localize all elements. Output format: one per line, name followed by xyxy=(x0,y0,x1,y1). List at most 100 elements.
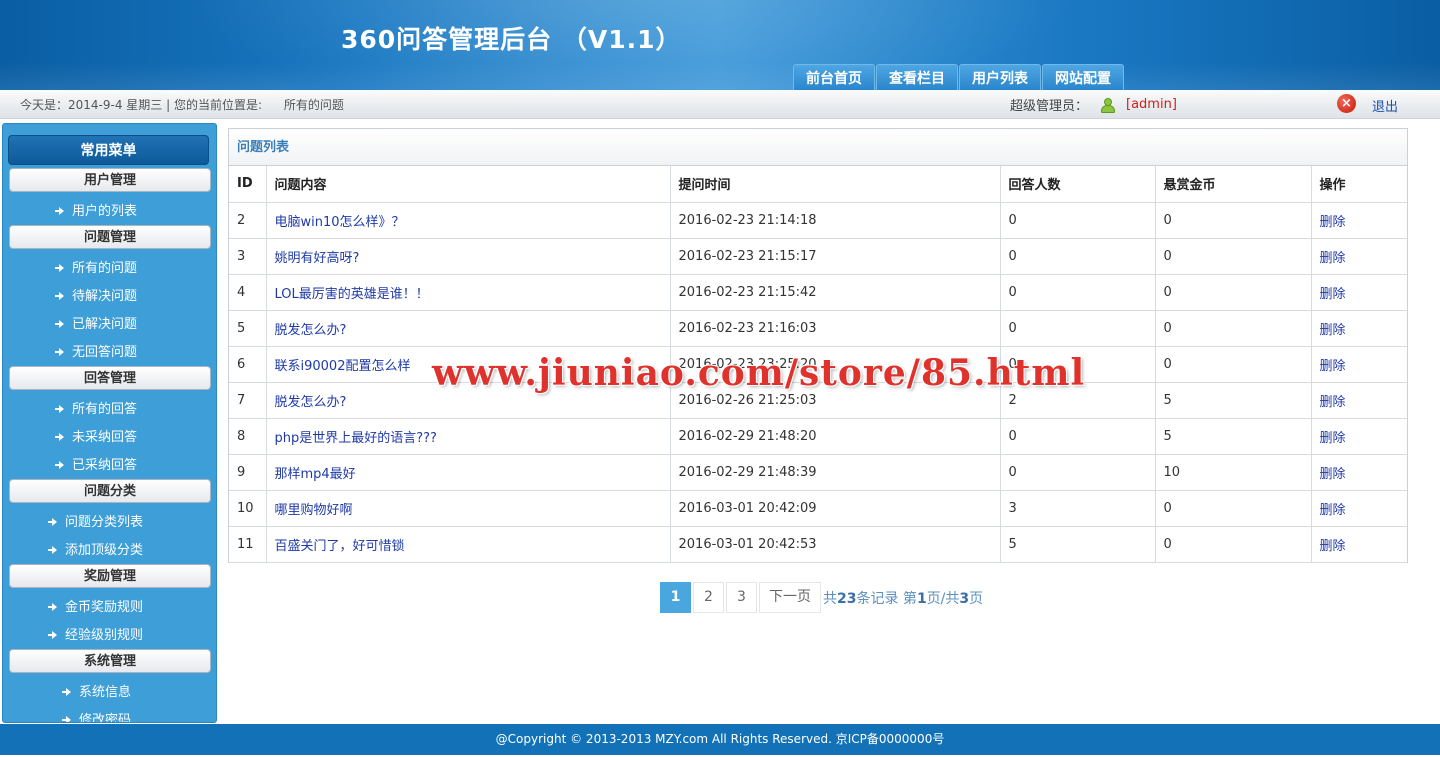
sidebar-item-label: 系统信息 xyxy=(79,685,132,700)
nav-tab-user-list[interactable]: 用户列表 xyxy=(959,64,1041,90)
arrow-right-icon xyxy=(62,688,72,696)
sidebar-item-label: 添加顶级分类 xyxy=(65,543,144,558)
table-row: 9 那样mp4最好 2016-02-29 21:48:39 0 10 删除 xyxy=(229,453,1407,491)
page-3-button[interactable]: 3 xyxy=(726,582,757,613)
question-link[interactable]: 脱发怎么办? xyxy=(265,309,671,347)
user-icon xyxy=(1100,97,1116,113)
cell-id: 2 xyxy=(229,201,267,239)
panel-title: 问题列表 xyxy=(229,129,1407,166)
delete-link[interactable]: 删除 xyxy=(1310,381,1407,419)
cell-time: 2016-02-23 21:14:18 xyxy=(669,201,1001,239)
delete-link[interactable]: 删除 xyxy=(1310,525,1407,563)
sidebar-group-answer[interactable]: 回答管理 xyxy=(9,366,211,390)
delete-link[interactable]: 删除 xyxy=(1310,345,1407,383)
arrow-right-icon xyxy=(55,433,65,441)
current-location: 所有的问题 xyxy=(283,98,344,112)
sidebar-item-label: 修改密码 xyxy=(79,713,132,723)
col-content: 问题内容 xyxy=(265,166,671,203)
sidebar-item-category-list[interactable]: 问题分类列表 xyxy=(48,513,143,533)
sidebar-item-pending-questions[interactable]: 待解决问题 xyxy=(55,287,137,307)
question-link[interactable]: 电脑win10怎么样》？ xyxy=(265,201,671,239)
sidebar-item-label: 无回答问题 xyxy=(72,345,138,360)
sidebar-item-coin-rules[interactable]: 金币奖励规则 xyxy=(48,598,143,618)
table-header-row: ID 问题内容 提问时间 回答人数 悬赏金币 操作 xyxy=(229,166,1407,203)
delete-link[interactable]: 删除 xyxy=(1310,201,1407,239)
delete-link[interactable]: 删除 xyxy=(1310,309,1407,347)
delete-link[interactable]: 删除 xyxy=(1310,489,1407,527)
sidebar-item-label: 已采纳回答 xyxy=(72,458,138,473)
delete-link[interactable]: 删除 xyxy=(1310,453,1407,491)
sidebar-item-user-list[interactable]: 用户的列表 xyxy=(55,202,137,222)
question-link[interactable]: 那样mp4最好 xyxy=(265,453,671,491)
sidebar-item-label: 待解决问题 xyxy=(72,289,138,304)
table-row: 4 LOL最厉害的英雄是谁！！ 2016-02-23 21:15:42 0 0 … xyxy=(229,273,1407,311)
nav-tab-columns[interactable]: 查看栏目 xyxy=(876,64,958,90)
table-row: 3 姚明有好高呀? 2016-02-23 21:15:17 0 0 删除 xyxy=(229,237,1407,275)
question-link[interactable]: 联系i90002配置怎么样 xyxy=(265,345,671,383)
cell-time: 2016-02-29 21:48:39 xyxy=(669,453,1001,491)
cell-id: 7 xyxy=(229,381,267,419)
cell-answers: 2 xyxy=(999,381,1156,419)
sidebar: 常用菜单 用户管理 用户的列表 问题管理 所有的问题 待解决问题 已解决问题 无… xyxy=(2,123,217,723)
page-1-button[interactable]: 1 xyxy=(660,582,691,613)
next-page-button[interactable]: 下一页 xyxy=(759,582,821,613)
sidebar-item-all-questions[interactable]: 所有的问题 xyxy=(55,259,137,279)
question-link[interactable]: LOL最厉害的英雄是谁！！ xyxy=(265,273,671,311)
total-pages: 3 xyxy=(959,590,970,607)
sidebar-group-question[interactable]: 问题管理 xyxy=(9,225,211,249)
sidebar-item-label: 问题分类列表 xyxy=(65,515,144,530)
cell-id: 9 xyxy=(229,453,267,491)
question-link[interactable]: php是世界上最好的语言??? xyxy=(265,417,671,455)
sidebar-item-change-password[interactable]: 修改密码 xyxy=(62,711,132,723)
nav-tab-site-config[interactable]: 网站配置 xyxy=(1042,64,1124,90)
current-page: 1 xyxy=(916,590,927,607)
cell-time: 2016-03-01 20:42:53 xyxy=(669,525,1001,563)
cell-id: 8 xyxy=(229,417,267,455)
table-row: 11 百盛关门了，好可惜锁 2016-03-01 20:42:53 5 0 删除 xyxy=(229,525,1407,563)
sidebar-item-level-rules[interactable]: 经验级别规则 xyxy=(48,626,143,646)
sidebar-item-label: 所有的问题 xyxy=(72,261,138,276)
sidebar-group-category[interactable]: 问题分类 xyxy=(9,479,211,503)
cell-id: 11 xyxy=(229,525,267,563)
cell-reward: 0 xyxy=(1154,345,1312,383)
nav-tab-home[interactable]: 前台首页 xyxy=(793,64,875,90)
question-link[interactable]: 百盛关门了，好可惜锁 xyxy=(265,525,671,563)
total-records: 23 xyxy=(837,590,857,607)
summary-text: 页 xyxy=(969,590,984,607)
sidebar-item-system-info[interactable]: 系统信息 xyxy=(62,683,131,703)
cell-id: 6 xyxy=(229,345,267,383)
sidebar-item-unanswered-questions[interactable]: 无回答问题 xyxy=(55,343,137,363)
delete-link[interactable]: 删除 xyxy=(1310,273,1407,311)
sidebar-item-add-top-category[interactable]: 添加顶级分类 xyxy=(48,541,143,561)
table-row: 8 php是世界上最好的语言??? 2016-02-29 21:48:20 0 … xyxy=(229,417,1407,455)
cell-time: 2016-02-23 21:16:03 xyxy=(669,309,1001,347)
cell-reward: 0 xyxy=(1154,525,1312,563)
cell-reward: 0 xyxy=(1154,489,1312,527)
delete-link[interactable]: 删除 xyxy=(1310,237,1407,275)
sidebar-item-accepted-answers[interactable]: 已采纳回答 xyxy=(55,456,137,476)
question-link[interactable]: 姚明有好高呀? xyxy=(265,237,671,275)
logout-icon[interactable]: × xyxy=(1337,94,1356,113)
cell-id: 5 xyxy=(229,309,267,347)
sidebar-group-reward[interactable]: 奖励管理 xyxy=(9,564,211,588)
pagination-summary: 共23条记录 第1页/共3页 xyxy=(823,588,983,608)
admin-name: [admin] xyxy=(1126,97,1177,112)
sidebar-item-solved-questions[interactable]: 已解决问题 xyxy=(55,315,137,335)
question-link[interactable]: 脱发怎么办? xyxy=(265,381,671,419)
delete-link[interactable]: 删除 xyxy=(1310,417,1407,455)
col-id: ID xyxy=(229,166,267,203)
cell-time: 2016-02-23 21:15:17 xyxy=(669,237,1001,275)
page-2-button[interactable]: 2 xyxy=(693,582,724,613)
sidebar-item-all-answers[interactable]: 所有的回答 xyxy=(55,400,137,420)
question-list-panel: 问题列表 ID 问题内容 提问时间 回答人数 悬赏金币 操作 2 电脑win10… xyxy=(228,128,1408,563)
sidebar-group-user[interactable]: 用户管理 xyxy=(9,168,211,192)
question-link[interactable]: 哪里购物好啊 xyxy=(265,489,671,527)
sidebar-group-system[interactable]: 系统管理 xyxy=(9,649,211,673)
cell-id: 4 xyxy=(229,273,267,311)
breadcrumb: 今天是：2014-9-4 星期三 | 您的当前位置是: 所有的问题 xyxy=(20,96,344,113)
sidebar-item-unaccepted-answers[interactable]: 未采纳回答 xyxy=(55,428,137,448)
table-row: 7 脱发怎么办? 2016-02-26 21:25:03 2 5 删除 xyxy=(229,381,1407,419)
logout-link[interactable]: 退出 xyxy=(1372,96,1398,115)
header-banner: 360问答管理后台 （V1.1） 前台首页 查看栏目 用户列表 网站配置 xyxy=(0,0,1440,90)
site-title: 360问答管理后台 （V1.1） xyxy=(341,25,682,54)
